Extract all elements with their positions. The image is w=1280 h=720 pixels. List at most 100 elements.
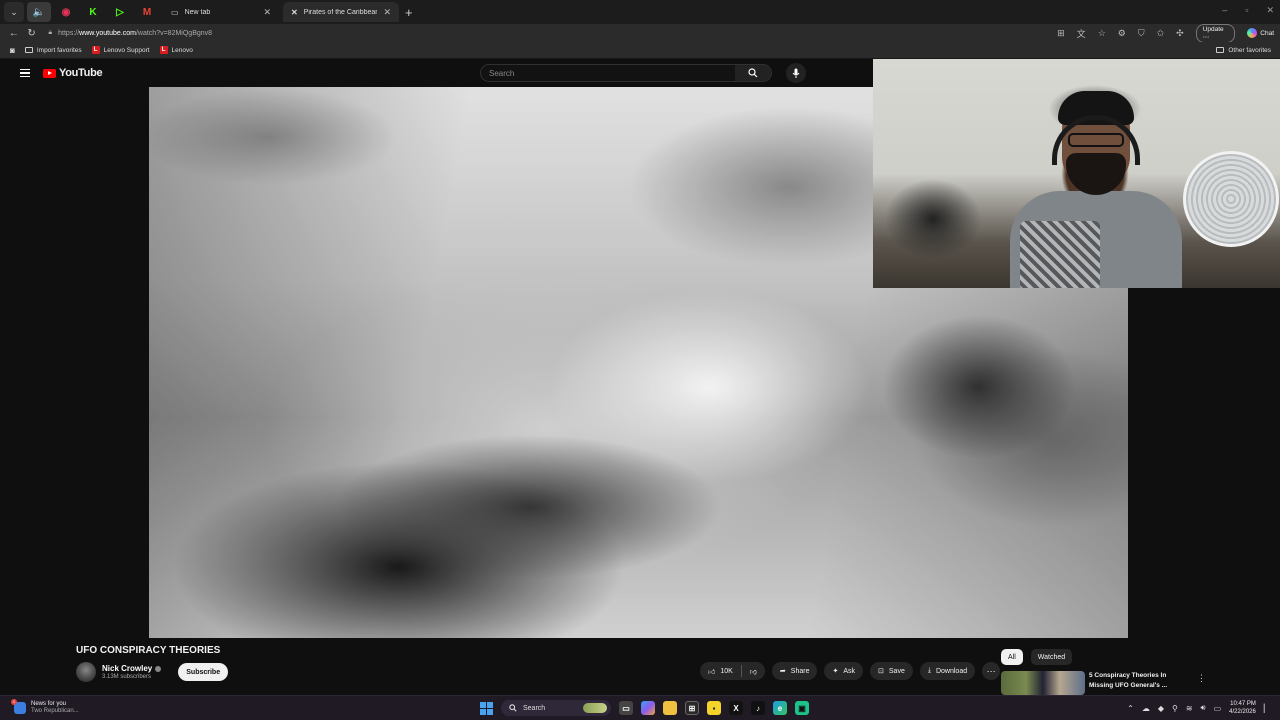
url-field[interactable]: 🔒︎ https://www.youtube.com/watch?v=82MiQ… [44, 26, 1057, 40]
windows-start-icon[interactable] [480, 701, 493, 715]
ask-button[interactable]: ✦ Ask [824, 662, 864, 680]
voice-search-button[interactable] [786, 63, 806, 83]
sparkle-icon: ✦ [832, 668, 839, 675]
search-highlight-image [583, 703, 607, 713]
screen: ⌄ 🔈 ◉ K ▷ M ▭ New tab ✕ ✕ Pirates of the… [0, 0, 1280, 720]
dislike-button[interactable]: 👎︎ [742, 667, 765, 676]
x-app-icon[interactable]: X [729, 701, 743, 715]
more-actions-button[interactable]: ⋯ [982, 662, 1001, 680]
pinned-tab-kick[interactable]: K [81, 2, 105, 22]
taskbar-search[interactable]: Search [501, 700, 611, 716]
pinned-tab-rumble[interactable]: ▷ [108, 2, 132, 22]
copilot-icon [1247, 28, 1258, 38]
copilot-app-icon[interactable] [641, 701, 655, 715]
tab-pirates[interactable]: ✕ Pirates of the Caribbean: At World ✕ [283, 2, 399, 22]
youtube-header: YouTube [6, 59, 872, 87]
channel-name[interactable]: Nick Crowley [102, 664, 162, 673]
youtube-play-icon [43, 68, 56, 78]
onedrive-icon[interactable]: ☁ [1142, 704, 1150, 713]
date: 4/22/2026 [1229, 709, 1256, 715]
favorite-lenovo[interactable]: L Lenovo [159, 46, 193, 54]
channel-meta: Nick Crowley 3.13M subscribers [102, 664, 162, 680]
favorite-import[interactable]: Import favorites [24, 47, 82, 54]
microphone-icon [792, 68, 800, 78]
pinned-tab-gmail[interactable]: M [135, 2, 159, 22]
news-widget[interactable]: 1 News for you Two Republican... [11, 699, 79, 715]
speaker-icon: 🔈 [32, 6, 46, 18]
close-icon[interactable]: ✕ [383, 7, 391, 18]
minimize-icon[interactable]: – [1222, 5, 1227, 16]
tab-new-tab[interactable]: ▭ New tab ✕ [163, 2, 279, 22]
tiktok-icon[interactable]: ♪ [751, 701, 765, 715]
chevron-up-icon[interactable]: ⌃ [1127, 704, 1134, 713]
refresh-icon[interactable]: ↻ [23, 28, 41, 39]
download-icon: ⤓ [927, 667, 931, 674]
lenovo-icon: L [91, 46, 100, 54]
windows-taskbar: 1 News for you Two Republican... Search … [0, 695, 1280, 720]
tab-label: New tab [184, 8, 211, 16]
app-icon[interactable]: ⊞ [1057, 28, 1065, 39]
share-button[interactable]: ➦ Share [771, 662, 818, 680]
network-icon[interactable]: ◆ [1158, 704, 1164, 713]
maximize-icon[interactable]: ▫ [1245, 5, 1248, 16]
back-icon[interactable]: ← [5, 28, 23, 39]
task-view-icon[interactable]: ▭ [619, 701, 633, 715]
sticky-notes-icon[interactable]: ▪ [707, 701, 721, 715]
subscriber-count: 3.13M subscribers [102, 674, 152, 680]
favorite-lenovo-support[interactable]: L Lenovo Support [91, 46, 150, 54]
recommended-title[interactable]: 5 Conspiracy Theories In Missing UFO Gen… [1089, 671, 1189, 695]
chip-watched[interactable]: Watched [1030, 649, 1073, 665]
copilot-chat-button[interactable]: Chat [1247, 28, 1274, 38]
app-icon[interactable]: ▣ [795, 701, 809, 715]
other-favorites[interactable]: Other favorites [1216, 47, 1271, 54]
file-explorer-icon[interactable] [663, 701, 677, 715]
edge-icon[interactable]: e [773, 701, 787, 715]
news-title: News for you [31, 701, 67, 707]
menu-icon[interactable] [20, 67, 30, 80]
extension-icons: ⊞ 文 ☆ ⚙ ⛉ ✩ ✣ Update ⋯ Chat [1057, 23, 1274, 43]
save-button[interactable]: ⊡ Save [870, 662, 913, 680]
new-tab-button[interactable]: + [405, 5, 413, 20]
close-icon[interactable]: ✕ [263, 7, 271, 18]
update-button[interactable]: Update ⋯ [1195, 23, 1236, 43]
translate-icon[interactable]: 文 [1077, 27, 1086, 40]
close-window-icon[interactable]: ✕ [1266, 5, 1274, 16]
download-button[interactable]: ⤓ Download [919, 662, 976, 680]
pinned-tab-audio[interactable]: 🔈 [27, 2, 51, 22]
battery-icon[interactable]: ▭ [1214, 704, 1222, 713]
recommended-thumbnail[interactable] [1001, 671, 1085, 695]
page-icon: ▭ [171, 7, 179, 17]
search-button[interactable] [735, 65, 771, 81]
browser-tab-strip: ⌄ 🔈 ◉ K ▷ M ▭ New tab ✕ ✕ Pirates of the… [0, 0, 1280, 24]
pinned-tab-opera[interactable]: ◉ [54, 2, 78, 22]
tab-actions-menu-button[interactable]: ⌄ [4, 2, 24, 22]
url-text: https://www.youtube.com/watch?v=82MiQgBg… [58, 29, 213, 37]
youtube-logo[interactable]: YouTube [43, 67, 103, 79]
favorites-bar: ◙ Import favorites L Lenovo Support L Leno… [0, 42, 1280, 59]
subscribe-button[interactable]: Subscribe [178, 663, 229, 681]
like-button[interactable]: 👍︎ 10K [700, 667, 741, 676]
share-icon: ➦ [779, 668, 786, 675]
wifi-icon[interactable]: ≋ [1186, 704, 1193, 713]
channel-avatar[interactable] [76, 662, 96, 682]
browser-essentials-icon[interactable]: ◙ [10, 46, 15, 55]
taskbar-apps: Search ▭ ⊞ ▪ X ♪ e ▣ [480, 700, 809, 716]
search-box [480, 64, 772, 82]
store-icon[interactable]: ⊞ [685, 701, 699, 715]
clock[interactable]: 10:47 PM 4/22/2026 [1229, 700, 1256, 716]
puzzle-icon[interactable]: ✣ [1176, 28, 1184, 39]
notification-icon[interactable]: ▏ [1264, 704, 1270, 713]
volume-icon[interactable]: 🔊︎ [1201, 703, 1206, 713]
extension-icon[interactable]: ⚙ [1118, 28, 1126, 39]
search-input[interactable] [481, 68, 735, 78]
chip-all[interactable]: All [1001, 649, 1023, 665]
recommended-video[interactable]: 5 Conspiracy Theories In Missing UFO Gen… [1001, 671, 1206, 695]
star-icon[interactable]: ☆ [1098, 28, 1106, 39]
microphone-icon[interactable]: ⚲ [1172, 704, 1178, 713]
bookmark-icon: ⊡ [878, 668, 884, 675]
more-vert-icon[interactable]: ⋮ [1197, 673, 1206, 684]
shield-icon[interactable]: ⛉ [1138, 28, 1145, 39]
fan-image [1183, 151, 1279, 247]
favorites-icon[interactable]: ✩ [1157, 28, 1165, 39]
more-icon: ⋯ [986, 665, 996, 676]
